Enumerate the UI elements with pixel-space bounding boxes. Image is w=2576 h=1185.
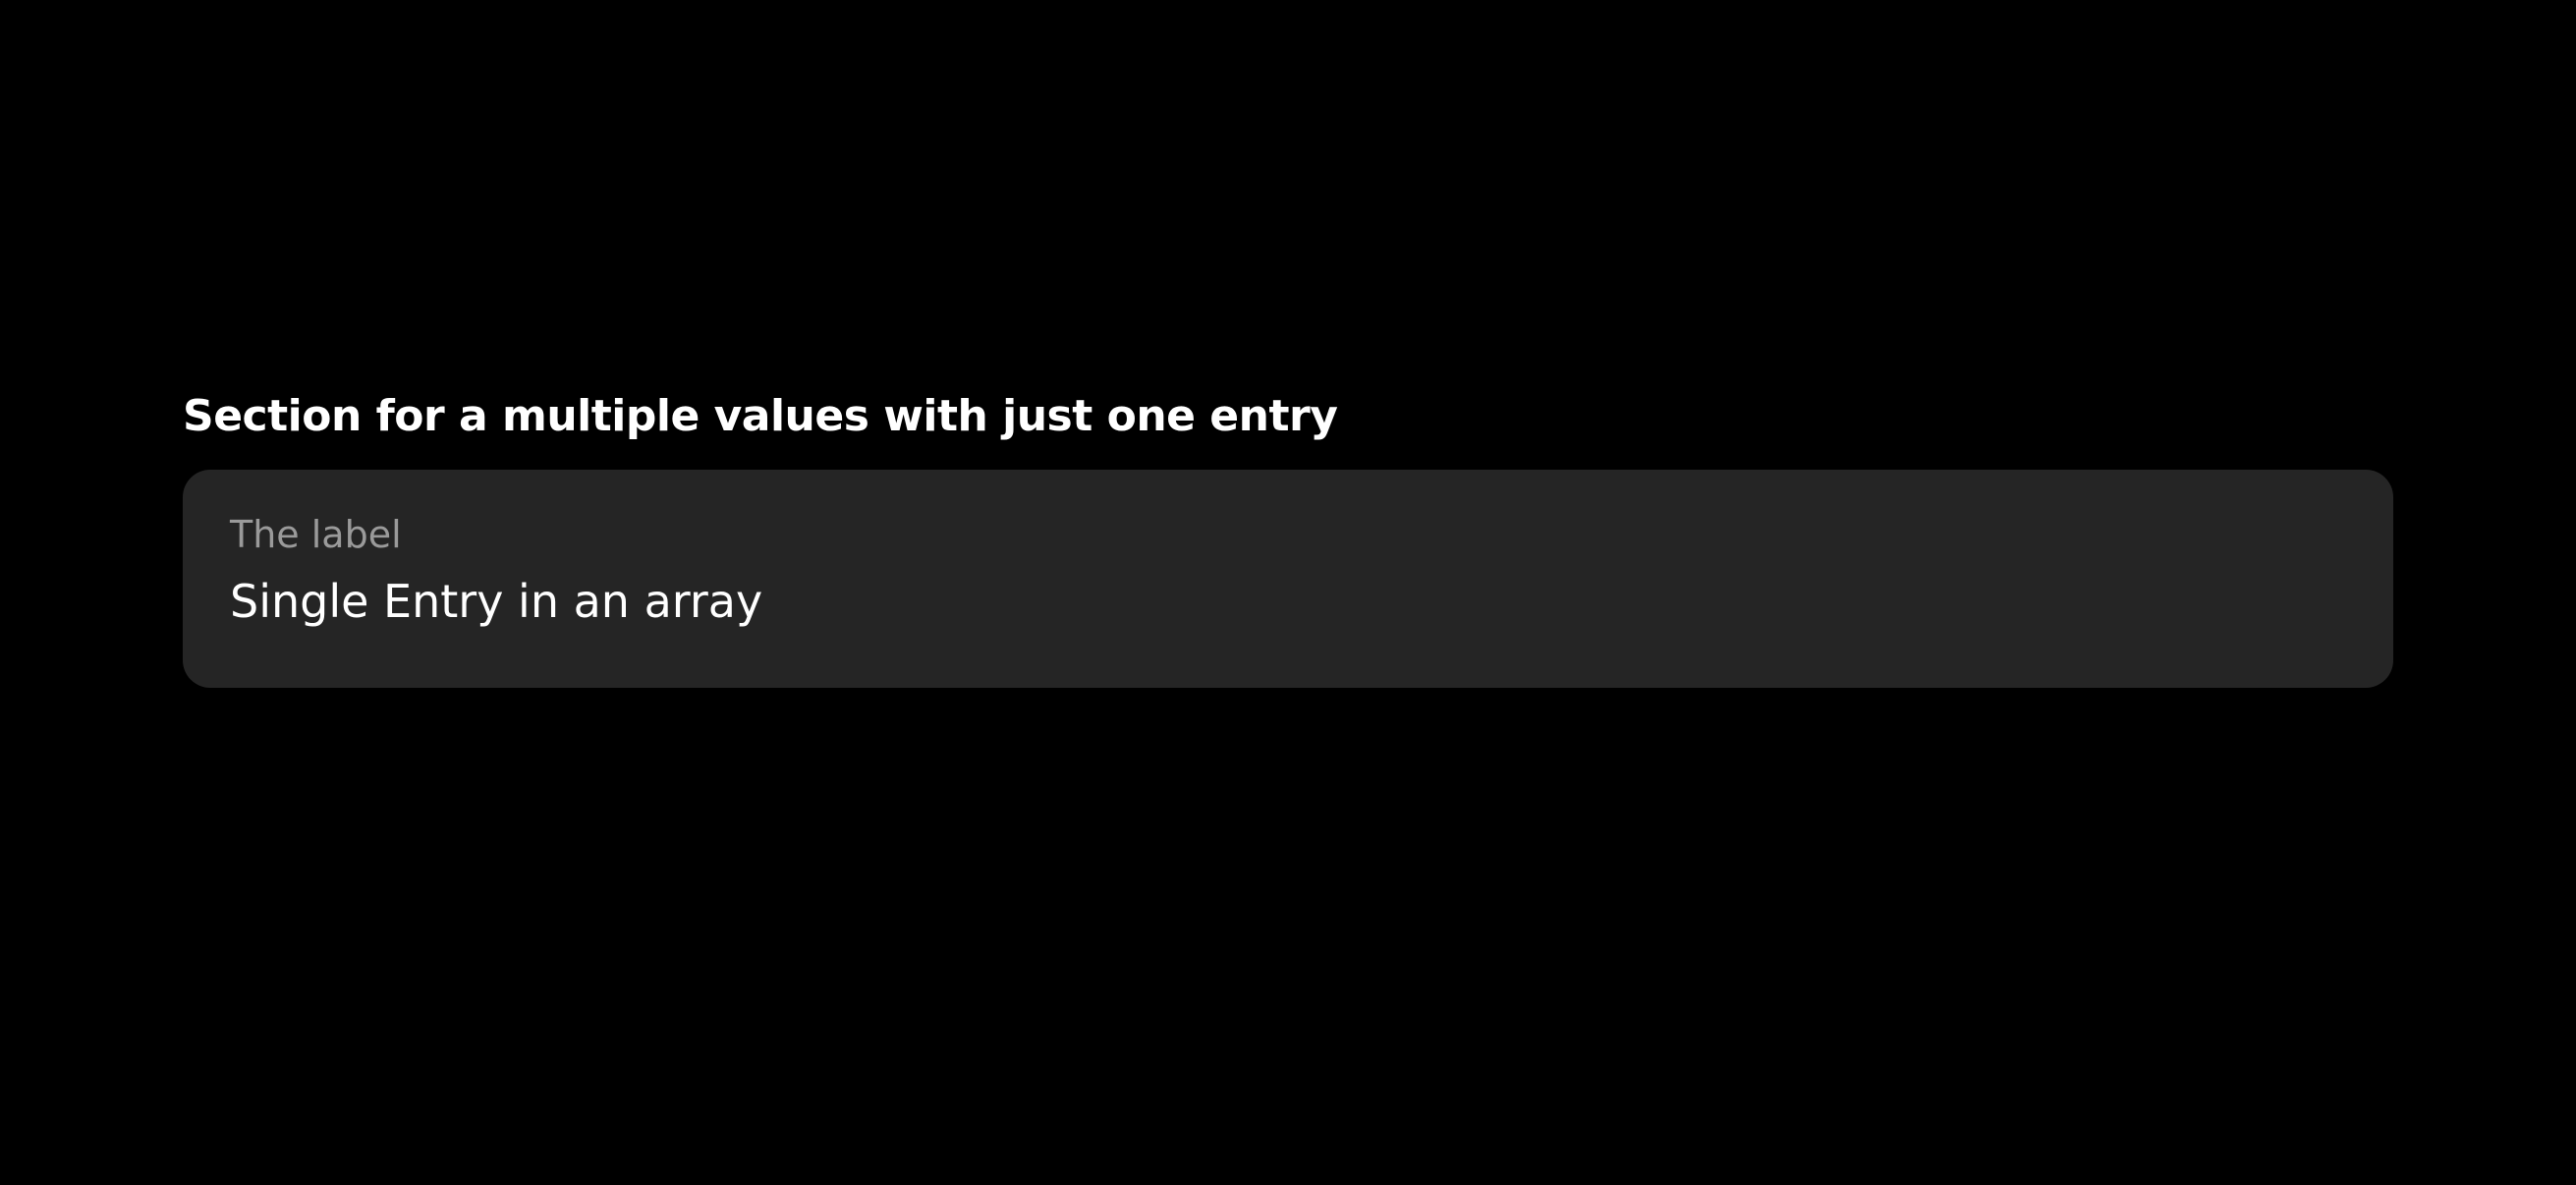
row-label: The label — [230, 513, 402, 556]
section-header: Section for a multiple values with just … — [183, 391, 1338, 441]
section-multiple-values: Section for a multiple values with just … — [183, 385, 2393, 688]
value-card: The label Single Entry in an array — [183, 470, 2393, 688]
row-value: Single Entry in an array — [230, 575, 763, 628]
